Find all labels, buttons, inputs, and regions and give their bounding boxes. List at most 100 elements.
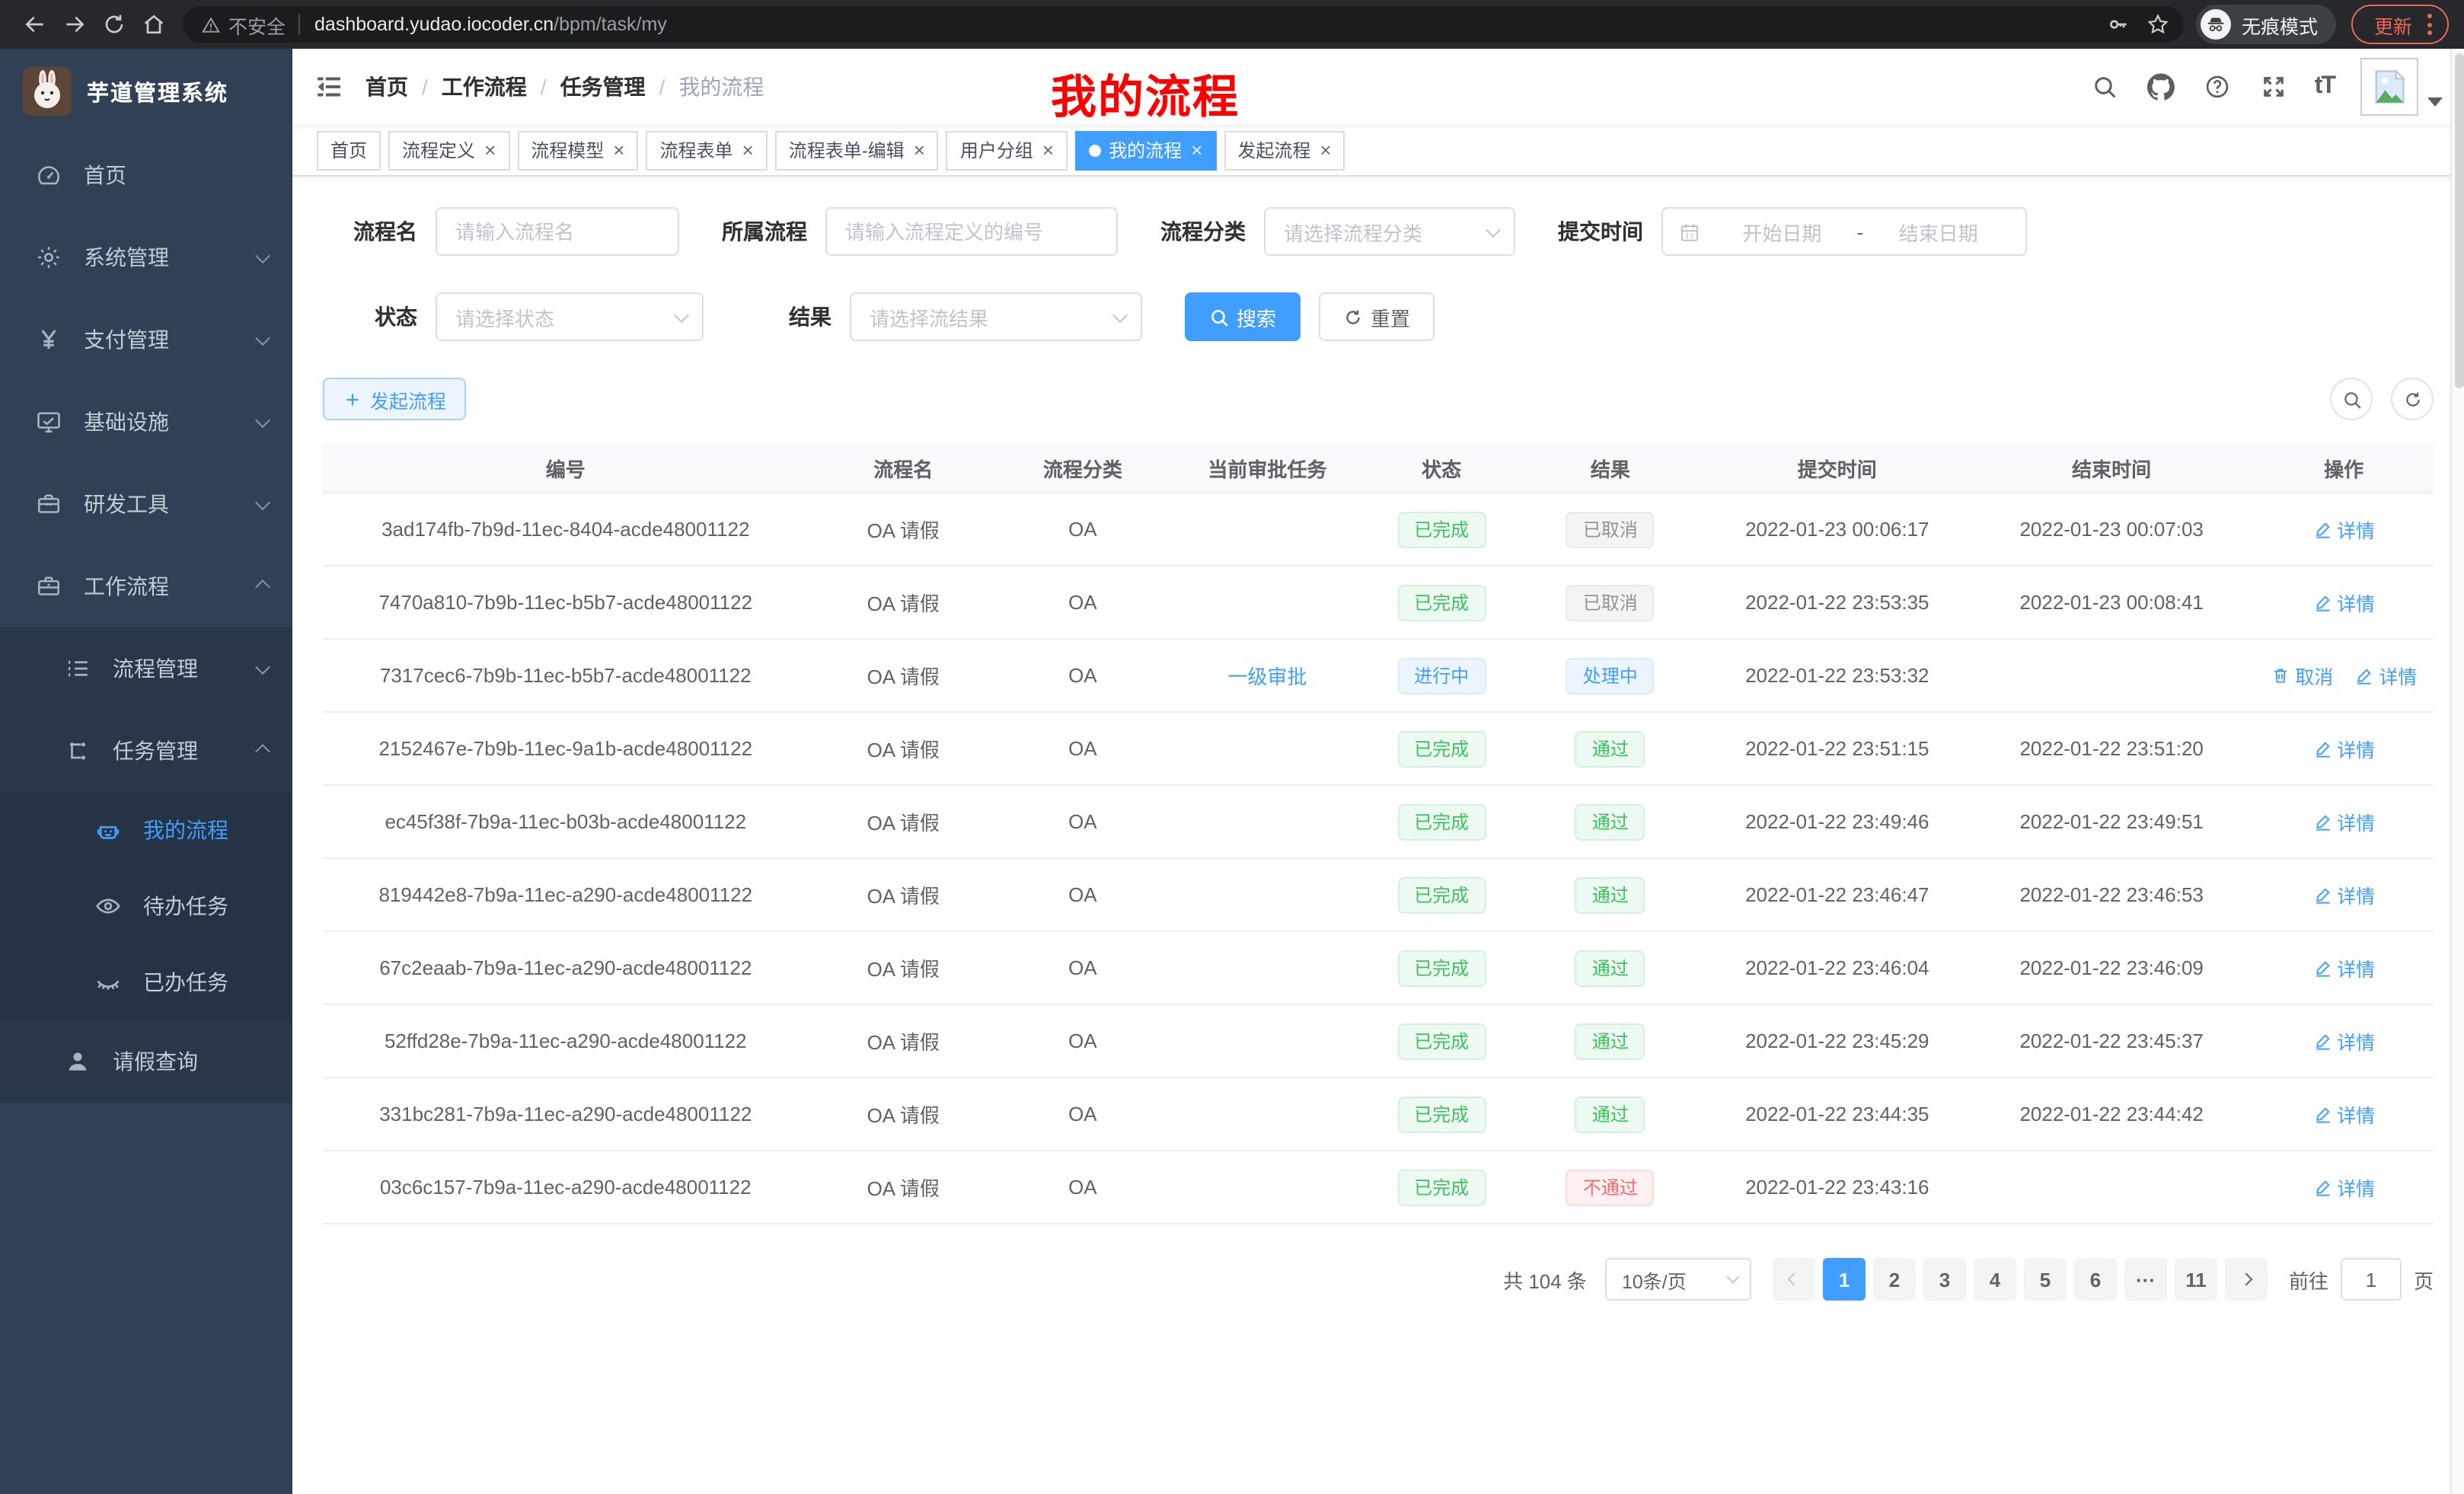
sidebar-item-label: 首页 xyxy=(84,160,126,190)
close-icon[interactable]: × xyxy=(484,140,496,160)
breadcrumb-item[interactable]: 任务管理 xyxy=(560,72,646,102)
page-button-11[interactable]: 11 xyxy=(2175,1258,2217,1301)
close-icon[interactable]: × xyxy=(1042,140,1054,160)
page-button-3[interactable]: 3 xyxy=(1923,1258,1966,1301)
tab-process-definition[interactable]: 流程定义× xyxy=(388,130,509,170)
security-label[interactable]: 不安全 xyxy=(228,10,286,39)
fullscreen-icon[interactable] xyxy=(2258,72,2289,102)
status-select[interactable]: 请选择状态 xyxy=(436,292,704,341)
action-cancel-link[interactable]: 取消 xyxy=(2271,661,2333,690)
app-logo[interactable]: 芋道管理系统 xyxy=(0,49,292,134)
edit-icon xyxy=(2312,812,2332,832)
close-icon[interactable]: × xyxy=(742,140,754,160)
column-header: 提交时间 xyxy=(1706,453,1970,482)
address-bar[interactable]: 不安全 dashboard.yudao.iocoder.cn/bpm/task/… xyxy=(183,6,2184,43)
sidebar-item-todo-tasks[interactable]: 待办任务 xyxy=(0,868,292,944)
action-detail-link[interactable]: 详情 xyxy=(2354,661,2417,690)
reset-button[interactable]: 重置 xyxy=(1319,292,1435,341)
result-select[interactable]: 请选择流结果 xyxy=(850,292,1142,341)
sidebar-item-payment-management[interactable]: 支付管理 xyxy=(0,298,292,381)
tab-user-group[interactable]: 用户分组× xyxy=(946,130,1068,170)
help-icon[interactable] xyxy=(2202,72,2233,102)
pager-ellipsis[interactable]: ··· xyxy=(2124,1258,2167,1301)
password-key-icon[interactable] xyxy=(2099,5,2138,44)
prev-page-button[interactable] xyxy=(1773,1258,1815,1301)
scrollbar-thumb[interactable] xyxy=(2454,53,2463,388)
back-icon[interactable] xyxy=(15,5,55,44)
close-icon[interactable]: × xyxy=(1191,140,1202,160)
edit-icon xyxy=(2354,666,2374,685)
tab-label: 我的流程 xyxy=(1109,137,1182,163)
tab-my-processes[interactable]: 我的流程 × xyxy=(1075,130,1216,170)
sidebar-item-system-management[interactable]: 系统管理 xyxy=(0,216,292,298)
bookmark-star-icon[interactable] xyxy=(2138,5,2178,44)
sidebar-item-home[interactable]: 首页 xyxy=(0,134,292,216)
end-time-cell: 2022-01-23 00:07:03 xyxy=(1969,518,2254,541)
task-link[interactable]: 一级审批 xyxy=(1227,666,1307,688)
sidebar-item-workflow[interactable]: 工作流程 xyxy=(0,545,292,627)
page-button-6[interactable]: 6 xyxy=(2074,1258,2117,1301)
forward-icon[interactable] xyxy=(55,5,94,44)
action-detail-link[interactable]: 详情 xyxy=(2312,807,2375,836)
close-icon[interactable]: × xyxy=(914,140,925,160)
action-detail-link[interactable]: 详情 xyxy=(2312,953,2375,982)
scrollbar[interactable] xyxy=(2450,49,2464,1494)
status-badge: 已完成 xyxy=(1397,511,1486,547)
close-icon[interactable]: × xyxy=(1320,140,1331,160)
process-name-input[interactable] xyxy=(436,207,679,256)
action-detail-link[interactable]: 详情 xyxy=(2312,588,2375,617)
sidebar-item-dev-tools[interactable]: 研发工具 xyxy=(0,463,292,545)
search-icon[interactable] xyxy=(2089,72,2120,102)
sidebar-item-task-management[interactable]: 任务管理 xyxy=(0,710,292,792)
action-detail-link[interactable]: 详情 xyxy=(2312,734,2375,763)
reload-icon[interactable] xyxy=(94,5,134,44)
search-button[interactable]: 搜索 xyxy=(1185,292,1301,341)
close-icon[interactable]: × xyxy=(613,140,624,160)
breadcrumb-item[interactable]: 首页 xyxy=(365,72,408,102)
logo-image xyxy=(23,67,72,116)
page-size-select[interactable]: 10条/页 xyxy=(1605,1258,1751,1301)
table-row: 7470a810-7b9b-11ec-b5b7-acde48001122OA 请… xyxy=(323,567,2434,640)
tab-process-form-edit[interactable]: 流程表单-编辑× xyxy=(775,130,939,170)
column-header: 当前审批任务 xyxy=(1167,453,1368,482)
show-search-button[interactable] xyxy=(2330,378,2373,420)
start-process-button[interactable]: 发起流程 xyxy=(323,378,466,420)
breadcrumb-item[interactable]: 工作流程 xyxy=(442,72,527,102)
page-button-1[interactable]: 1 xyxy=(1823,1258,1866,1301)
app-title: 芋道管理系统 xyxy=(87,75,228,107)
date-range-picker[interactable]: 开始日期 - 结束日期 xyxy=(1661,207,2027,256)
status-cell: 已完成 xyxy=(1368,1023,1515,1059)
chevron-down-icon xyxy=(255,330,270,345)
end-date-placeholder: 结束日期 xyxy=(1866,217,2010,246)
action-detail-link[interactable]: 详情 xyxy=(2312,1173,2375,1202)
sidebar-item-my-processes[interactable]: 我的流程 xyxy=(0,792,292,868)
page-button-4[interactable]: 4 xyxy=(1974,1258,2016,1301)
sidebar-item-process-management[interactable]: 流程管理 xyxy=(0,627,292,710)
page-button-2[interactable]: 2 xyxy=(1873,1258,1916,1301)
tab-process-model[interactable]: 流程模型× xyxy=(517,130,638,170)
next-page-button[interactable] xyxy=(2225,1258,2268,1301)
process-definition-input[interactable] xyxy=(825,207,1118,256)
page-button-5[interactable]: 5 xyxy=(2024,1258,2067,1301)
filter-row-1: 流程名 所属流程 流程分类 请选择流程分类 xyxy=(323,207,2434,256)
github-icon[interactable] xyxy=(2146,72,2176,102)
sidebar-menu: 首页系统管理支付管理基础设施研发工具工作流程流程管理任务管理我的流程待办任务已办… xyxy=(0,134,292,1103)
goto-page-input[interactable] xyxy=(2341,1258,2402,1301)
action-detail-link[interactable]: 详情 xyxy=(2312,1100,2375,1128)
category-select[interactable]: 请选择流程分类 xyxy=(1264,207,1515,256)
user-menu[interactable] xyxy=(2360,58,2443,116)
tab-home[interactable]: 首页 xyxy=(317,130,381,170)
action-detail-link[interactable]: 详情 xyxy=(2312,515,2375,544)
tab-process-form[interactable]: 流程表单× xyxy=(646,130,767,170)
tab-start-process[interactable]: 发起流程× xyxy=(1224,130,1345,170)
sidebar-item-done-tasks[interactable]: 已办任务 xyxy=(0,944,292,1020)
action-detail-link[interactable]: 详情 xyxy=(2312,1026,2375,1055)
sidebar-item-infrastructure[interactable]: 基础设施 xyxy=(0,381,292,463)
browser-update-menu-button[interactable]: 更新 xyxy=(2351,5,2449,44)
sidebar-item-leave-query[interactable]: 请假查询 xyxy=(0,1020,292,1103)
font-size-icon[interactable]: tT xyxy=(2315,73,2335,101)
home-icon[interactable] xyxy=(134,5,174,44)
action-detail-link[interactable]: 详情 xyxy=(2312,880,2375,909)
refresh-button[interactable] xyxy=(2391,378,2434,420)
hamburger-icon[interactable] xyxy=(292,49,365,125)
